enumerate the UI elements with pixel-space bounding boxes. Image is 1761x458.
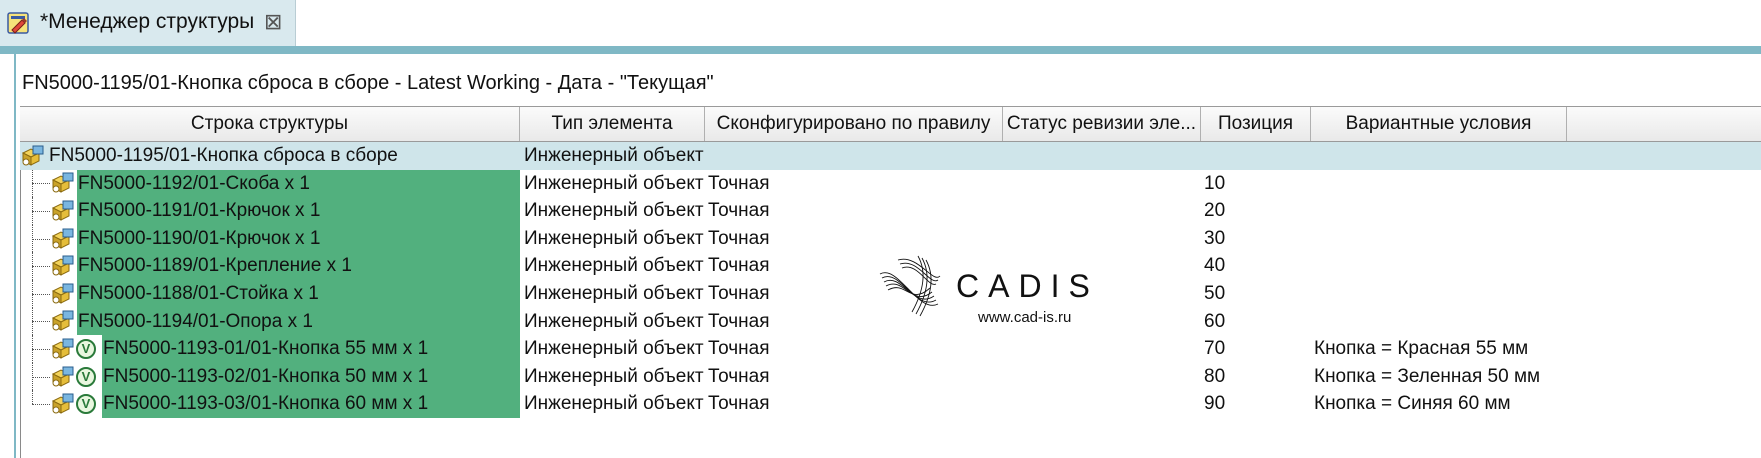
tree-connector [32,376,50,378]
cell-element-type: Инженерный объект [524,200,704,222]
cell-position: 20 [1204,200,1226,222]
table-row[interactable]: V FN5000-1193-03/01-Кнопка 60 мм x 1 Инжен… [20,390,1761,418]
engineering-item-icon [50,310,74,332]
table-row[interactable]: FN5000-1195/01-Кнопка сброса в сборе Инже… [20,142,1761,170]
cell-configured: Точная [708,393,770,415]
table-row[interactable]: FN5000-1190/01-Крючок x 1 Инженерный объе… [20,224,1761,253]
cell-position: 60 [1204,310,1226,332]
cell-position: 90 [1204,393,1226,415]
cell-element-type: Инженерный объект [524,310,704,332]
column-header-configured-by-rule[interactable]: Сконфигурировано по правилу [705,107,1003,141]
engineering-item-icon [20,145,44,167]
cell-element-type: Инженерный объект [524,283,704,304]
watermark-brand: CADIS [956,268,1099,304]
tree-connector [32,266,50,268]
column-header-element-type[interactable]: Тип элемента [520,107,705,141]
tree-connector [32,404,50,406]
cell-element-type: Инженерный объект [524,145,704,166]
table-row[interactable]: V FN5000-1193-02/01-Кнопка 50 мм x 1 Инжен… [20,362,1761,391]
structure-manager-icon [7,12,29,34]
tree-connector [32,307,33,336]
cell-structure-line: FN5000-1193-02/01-Кнопка 50 мм x 1 [103,365,429,387]
cell-structure-line: FN5000-1192/01-Скоба x 1 [78,172,310,194]
table-row[interactable]: V FN5000-1193-01/01-Кнопка 55 мм x 1 Инжен… [20,335,1761,363]
tree-connector [32,293,50,295]
cell-configured: Точная [708,338,770,360]
cell-configured: Точная [708,365,770,387]
cell-variant-conditions: Кнопка = Синяя 60 мм [1314,393,1511,415]
engineering-item-icon [50,172,74,194]
cell-structure-line: FN5000-1193-03/01-Кнопка 60 мм x 1 [103,393,429,415]
cell-configured: Точная [708,172,770,194]
tree-connector [32,197,33,225]
cell-position: 50 [1204,283,1226,304]
cell-structure-line: FN5000-1189/01-Крепление x 1 [78,255,352,277]
cell-position: 30 [1204,227,1226,249]
column-header-structure-line[interactable]: Строка структуры [20,107,520,141]
cell-structure-line: FN5000-1190/01-Крючок x 1 [78,227,321,249]
cell-variant-conditions: Кнопка = Зеленная 50 мм [1314,365,1541,387]
cell-configured: Точная [708,283,770,304]
cell-element-type: Инженерный объект [524,172,704,194]
cell-structure-line: FN5000-1191/01-Крючок x 1 [78,200,321,222]
cell-configured: Точная [708,227,770,249]
variant-v-icon: V [76,366,96,387]
table-row[interactable]: FN5000-1192/01-Скоба x 1 Инженерный объек… [20,169,1761,198]
tree-connector [32,169,33,198]
column-header-revision-status[interactable]: Статус ревизии эле... [1003,107,1201,141]
cell-element-type: Инженерный объект [524,227,704,249]
cell-element-type: Инженерный объект [524,338,704,360]
engineering-item-icon [50,338,74,360]
tree-connector [32,390,33,405]
cell-position: 10 [1204,172,1226,194]
engineering-item-icon [50,366,74,388]
tree-connector [32,183,50,185]
cell-structure-line: FN5000-1194/01-Опора x 1 [78,310,313,332]
column-header-variant-conditions[interactable]: Вариантные условия [1311,107,1567,141]
engineering-item-icon [50,393,74,415]
cell-structure-line: FN5000-1188/01-Стойка x 1 [78,283,319,304]
editor-frame-border [0,46,1761,54]
tree-connector [32,238,50,240]
cell-position: 80 [1204,365,1226,387]
structure-breadcrumb: FN5000-1195/01-Кнопка сброса в сборе - L… [22,72,714,94]
table-row[interactable]: FN5000-1191/01-Крючок x 1 Инженерный объе… [20,197,1761,225]
cell-configured: Точная [708,200,770,222]
tree-connector [32,210,50,212]
column-header-position[interactable]: Позиция [1201,107,1311,141]
cell-position: 40 [1204,255,1226,277]
cell-position: 70 [1204,338,1226,360]
close-icon[interactable]: ⊠ [264,10,282,34]
cell-element-type: Инженерный объект [524,365,704,387]
cell-element-type: Инженерный объект [524,255,704,277]
tree-connector [32,252,33,280]
cell-configured: Точная [708,255,770,277]
tab-structure-manager[interactable]: *Менеджер структуры ⊠ [0,0,296,46]
cell-structure-line: FN5000-1193-01/01-Кнопка 55 мм x 1 [103,338,429,360]
cell-element-type: Инженерный объект [524,393,704,415]
tree-connector [32,280,33,308]
watermark-url: www.cad-is.ru [978,309,1072,326]
tree-connector [32,362,33,391]
tree-connector [32,348,50,350]
variant-v-icon: V [76,338,96,359]
engineering-item-icon [50,255,74,277]
table-header: Строка структуры Тип элемента Сконфигури… [20,106,1761,142]
tree-connector [32,224,33,253]
cell-variant-conditions: Кнопка = Красная 55 мм [1314,338,1529,360]
cell-structure-line: FN5000-1195/01-Кнопка сброса в сборе [49,145,398,166]
tree-connector [32,335,33,363]
tab-title: *Менеджер структуры [40,10,255,33]
engineering-item-icon [50,283,74,305]
tree-connector [32,321,50,323]
engineering-item-icon [50,228,74,250]
variant-v-icon: V [76,394,96,415]
editor-tab-bar: *Менеджер структуры ⊠ [0,0,1761,46]
engineering-item-icon [50,200,74,222]
cell-configured: Точная [708,310,770,332]
